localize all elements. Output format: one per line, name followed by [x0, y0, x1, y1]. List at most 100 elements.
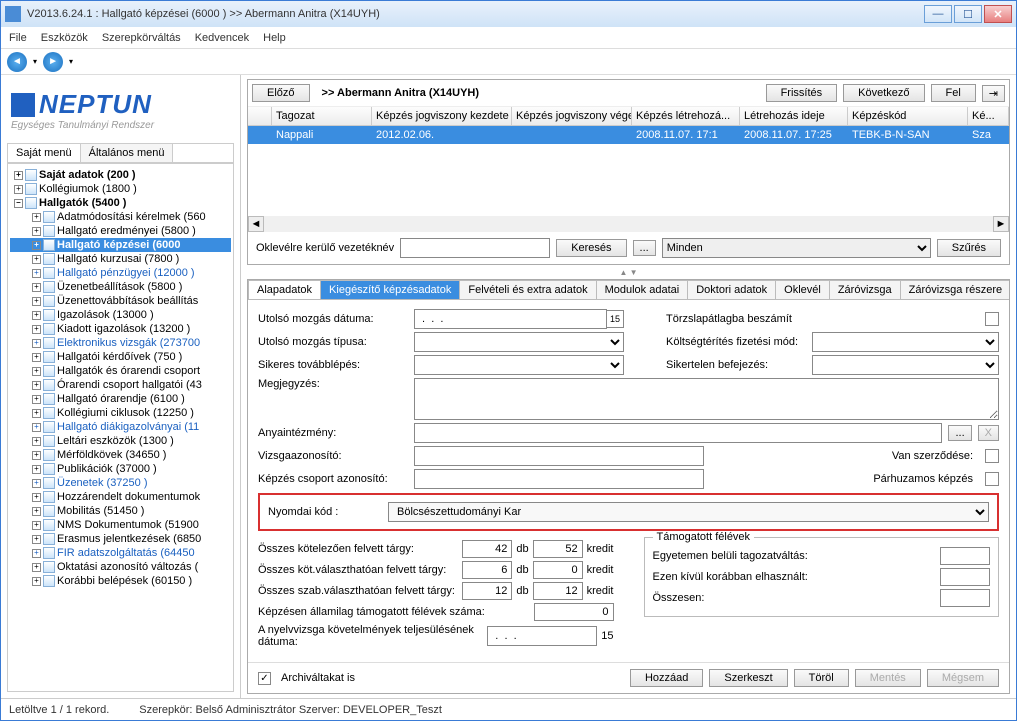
tree-item[interactable]: + Kollégiumok (1800 )	[10, 182, 231, 196]
optmand-db[interactable]	[462, 561, 512, 579]
expand-icon[interactable]: +	[32, 241, 41, 250]
tree-item[interactable]: + Oktatási azonosító változás (	[10, 560, 231, 574]
fwd-success-select[interactable]	[414, 355, 624, 375]
menu-file[interactable]: File	[9, 32, 27, 44]
next-button[interactable]: Következő	[843, 84, 924, 102]
tree-item[interactable]: + Kiadott igazolások (13200 )	[10, 322, 231, 336]
parallel-checkbox[interactable]	[985, 472, 999, 486]
tree-item[interactable]: + Hallgató diákigazolványai (11	[10, 420, 231, 434]
close-button[interactable]: ✕	[984, 5, 1012, 23]
tree-item[interactable]: + Leltári eszközök (1300 )	[10, 434, 231, 448]
grid-header[interactable]: Tagozat	[272, 107, 372, 126]
tab[interactable]: Záróvizsga	[829, 280, 901, 299]
note-textarea[interactable]	[414, 378, 999, 420]
tree-item[interactable]: + FIR adatszolgáltatás (64450	[10, 546, 231, 560]
expand-icon[interactable]: +	[32, 227, 41, 236]
expand-icon[interactable]: +	[32, 465, 41, 474]
tab[interactable]: Felvételi és extra adatok	[459, 280, 596, 299]
tree-item[interactable]: + Publikációk (37000 )	[10, 462, 231, 476]
tree-item[interactable]: + Korábbi belépések (60150 )	[10, 574, 231, 588]
expand-icon[interactable]: +	[32, 381, 41, 390]
grid-header[interactable]: Képzés jogviszony vége	[512, 107, 632, 126]
tree-item[interactable]: + Mérföldkövek (34650 )	[10, 448, 231, 462]
splitter[interactable]: ▲ ▼	[241, 267, 1016, 277]
expand-icon[interactable]: +	[32, 325, 41, 334]
free-db[interactable]	[462, 582, 512, 600]
tree-item[interactable]: + Hallgató pénzügyei (12000 )	[10, 266, 231, 280]
tab[interactable]: Oklevél	[775, 280, 830, 299]
grid-cell[interactable]: Sza	[968, 126, 1009, 144]
calendar-icon[interactable]: 15	[601, 630, 613, 642]
free-kr[interactable]	[533, 582, 583, 600]
grid-cell[interactable]	[512, 126, 632, 144]
fail-select[interactable]	[812, 355, 999, 375]
tree-item[interactable]: + Hallgató kurzusai (7800 )	[10, 252, 231, 266]
refresh-button[interactable]: Frissítés	[766, 84, 838, 102]
expand-icon[interactable]: +	[32, 367, 41, 376]
expand-icon[interactable]: –	[14, 199, 23, 208]
state-sem[interactable]	[534, 603, 614, 621]
menu-tools[interactable]: Eszközök	[41, 32, 88, 44]
grid-header[interactable]: Létrehozás ideje	[740, 107, 848, 126]
pin-button[interactable]: ⇥	[982, 85, 1005, 102]
tab[interactable]: Modulok adatai	[596, 280, 689, 299]
tree-item[interactable]: + Hallgató eredményei (5800 )	[10, 224, 231, 238]
mand-kr[interactable]	[533, 540, 583, 558]
tree-item[interactable]: + Kollégiumi ciklusok (12250 )	[10, 406, 231, 420]
tree-item[interactable]: + Üzenetbeállítások (5800 )	[10, 280, 231, 294]
expand-icon[interactable]: +	[32, 213, 41, 222]
calendar-icon[interactable]: 15	[606, 310, 624, 328]
parent-browse-button[interactable]: ...	[948, 425, 971, 441]
scroll-right-icon[interactable]: ►	[993, 216, 1009, 232]
scroll-left-icon[interactable]: ◄	[248, 216, 264, 232]
menu-favorites[interactable]: Kedvencek	[195, 32, 249, 44]
expand-icon[interactable]: +	[32, 521, 41, 530]
cancel-button[interactable]: Mégsem	[927, 669, 999, 687]
g1[interactable]	[940, 547, 990, 565]
expand-icon[interactable]: +	[32, 255, 41, 264]
tab[interactable]: Kiegészítő képzésadatok	[320, 280, 460, 299]
tab[interactable]: Alapadatok	[248, 280, 321, 299]
tree-item[interactable]: + Saját adatok (200 )	[10, 168, 231, 182]
g2[interactable]	[940, 568, 990, 586]
search-button[interactable]: Keresés	[556, 239, 626, 257]
grid-cell[interactable]: 2008.11.07. 17:1	[632, 126, 740, 144]
back-button[interactable]: ◄	[7, 52, 27, 72]
grid-header[interactable]	[248, 107, 272, 126]
last-move-type-select[interactable]	[414, 332, 624, 352]
filter-button[interactable]: Szűrés	[937, 239, 1001, 257]
tree-item[interactable]: + Hallgatói kérdőívek (750 )	[10, 350, 231, 364]
tree-item[interactable]: + Igazolások (13000 )	[10, 308, 231, 322]
last-move-date-input[interactable]	[414, 309, 607, 329]
search-input[interactable]	[400, 238, 550, 258]
search-dots-button[interactable]: ...	[633, 240, 656, 256]
expand-icon[interactable]: +	[32, 297, 41, 306]
grid-cell[interactable]	[248, 126, 272, 144]
expand-icon[interactable]: +	[32, 269, 41, 278]
groupid-input[interactable]	[414, 469, 704, 489]
expand-icon[interactable]: +	[32, 339, 41, 348]
tree-item[interactable]: + Elektronikus vizsgák (273700	[10, 336, 231, 350]
tree-item[interactable]: + Hallgatók és órarendi csoport	[10, 364, 231, 378]
expand-icon[interactable]: +	[32, 563, 41, 572]
prev-button[interactable]: Előző	[252, 84, 310, 102]
expand-icon[interactable]: +	[32, 311, 41, 320]
tree-item[interactable]: + Hallgató órarendje (6100 )	[10, 392, 231, 406]
torzs-checkbox[interactable]	[985, 312, 999, 326]
menu-help[interactable]: Help	[263, 32, 286, 44]
grid-cell[interactable]: Nappali	[272, 126, 372, 144]
grid-header[interactable]: Képzés jogviszony kezdete	[372, 107, 512, 126]
tab-general-menu[interactable]: Általános menü	[81, 144, 174, 162]
tree-item[interactable]: + Hozzárendelt dokumentumok	[10, 490, 231, 504]
expand-icon[interactable]: +	[14, 185, 23, 194]
delete-button[interactable]: Töröl	[794, 669, 849, 687]
expand-icon[interactable]: +	[32, 283, 41, 292]
tab[interactable]: Doktori adatok	[687, 280, 776, 299]
edit-button[interactable]: Szerkeszt	[709, 669, 787, 687]
expand-icon[interactable]: +	[32, 535, 41, 544]
parent-input[interactable]	[414, 423, 942, 443]
g3[interactable]	[940, 589, 990, 607]
tab[interactable]: Záróvizsga részere	[900, 280, 1009, 299]
examid-input[interactable]	[414, 446, 704, 466]
fee-select[interactable]	[812, 332, 999, 352]
